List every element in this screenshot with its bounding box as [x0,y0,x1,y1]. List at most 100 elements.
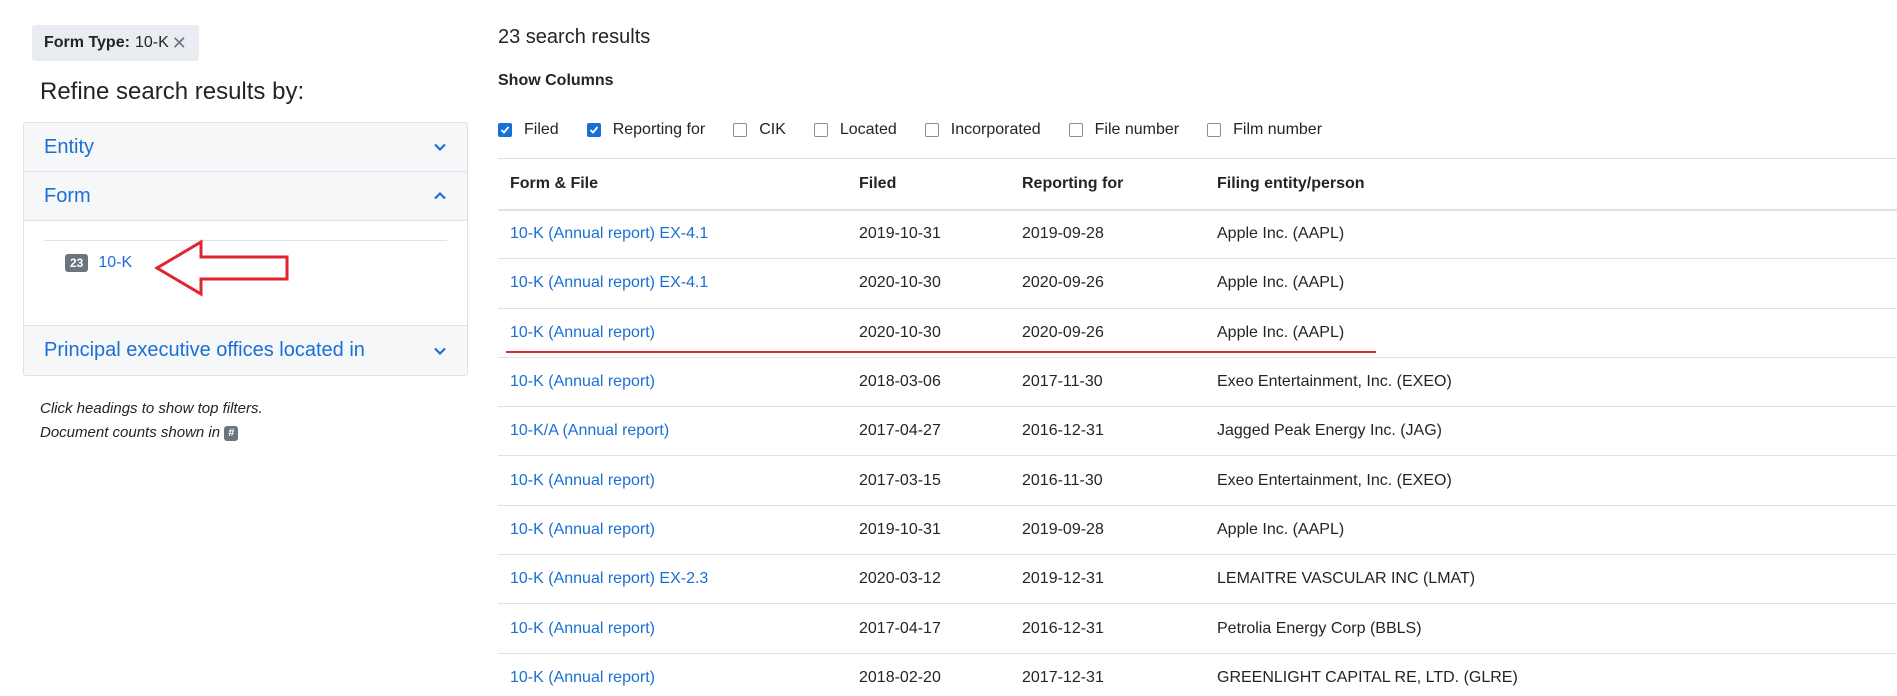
filing-entity-cell: Apple Inc. (AAPL) [1205,258,1897,309]
filing-entity-cell: Apple Inc. (AAPL) [1205,209,1897,260]
reporting-for-cell: 2016-12-31 [1010,603,1205,654]
column-toggle-label: CIK [759,121,786,138]
form-file-cell: 10-K (Annual report) EX-4.1 [498,209,847,260]
chevron-down-icon [434,143,446,152]
checkbox-unchecked-icon[interactable] [1207,123,1222,137]
checkbox-checked-icon[interactable] [586,123,601,137]
filed-cell: 2018-02-20 [847,653,1010,696]
filed-cell: 2018-03-06 [847,357,1010,408]
accordion-header-form[interactable]: Form [24,172,467,221]
active-filter-pill[interactable]: Form Type: 10-K ✕ [32,25,199,61]
table-row: 10-K (Annual report) EX-4.1 2019-10-31 2… [498,209,1897,260]
refine-heading: Refine search results by: [40,78,305,105]
form-file-cell: 10-K (Annual report) [498,505,847,556]
reporting-for-cell: 2016-11-30 [1010,455,1205,506]
table-row: 10-K (Annual report) EX-4.1 2020-10-30 2… [498,258,1897,309]
filing-entity-cell: GREENLIGHT CAPITAL RE, LTD. (GLRE) [1205,653,1897,696]
accordion-header-offices[interactable]: Principal executive offices located in [24,326,467,375]
table-row: 10-K (Annual report) 2019-10-31 2019-09-… [498,505,1897,556]
column-toggle-reporting-for[interactable]: Reporting for [586,121,705,139]
checkbox-unchecked-icon[interactable] [813,123,828,137]
reporting-for-cell: 2020-09-26 [1010,258,1205,309]
column-toggle-label: Film number [1233,121,1323,138]
column-toggles: Filed Reporting for CIK Located Incorpor… [498,121,1350,139]
note-line-2: Document counts shown in # [40,421,263,445]
filing-link[interactable]: 10-K (Annual report) [510,373,655,390]
accordion-title-offices: Principal executive offices located in [44,339,365,361]
checkbox-checked-icon[interactable] [498,123,512,137]
filing-link[interactable]: 10-K (Annual report) [510,324,655,341]
table-row: 10-K (Annual report) 2020-10-30 2020-09-… [498,308,1897,358]
form-file-cell: 10-K (Annual report) [498,653,847,696]
table-row: 10-K (Annual report) 2018-02-20 2017-12-… [498,653,1897,696]
table-row: 10-K/A (Annual report) 2017-04-27 2016-1… [498,406,1897,457]
show-columns-label: Show Columns [498,72,614,89]
form-file-cell: 10-K (Annual report) EX-2.3 [498,554,847,605]
filing-link[interactable]: 10-K (Annual report) [510,521,655,538]
table-row: 10-K (Annual report) 2017-04-17 2016-12-… [498,603,1897,654]
filter-pill-value: 10-K [134,34,169,51]
reporting-for-cell: 2019-09-28 [1010,209,1205,260]
filing-entity-cell: Apple Inc. (AAPL) [1205,308,1897,358]
table-row: 10-K (Annual report) 2018-03-06 2017-11-… [498,357,1897,408]
filed-cell: 2019-10-31 [847,209,1010,260]
column-header-filed: Filed [847,158,1010,211]
filing-link[interactable]: 10-K/A (Annual report) [510,422,669,439]
sidebar-note: Click headings to show top filters. Docu… [40,397,263,445]
column-toggle-label: Filed [524,121,559,138]
table-row: 10-K (Annual report) 2017-03-15 2016-11-… [498,455,1897,506]
table-header-row: Form & File Filed Reporting for Filing e… [498,158,1897,211]
reporting-for-cell: 2019-09-28 [1010,505,1205,556]
results-count: 23 search results [498,26,651,48]
accordion-header-entity[interactable]: Entity [24,123,467,172]
chevron-up-icon [434,191,446,200]
filing-link[interactable]: 10-K (Annual report) EX-2.3 [510,570,708,587]
note-line-1: Click headings to show top filters. [40,400,263,417]
filing-link[interactable]: 10-K (Annual report) EX-4.1 [510,225,708,242]
filing-link[interactable]: 10-K (Annual report) [510,472,655,489]
checkbox-unchecked-icon[interactable] [1068,123,1083,137]
page: Form Type: 10-K ✕ Refine search results … [0,0,1897,696]
filing-link[interactable]: 10-K (Annual report) [510,669,655,686]
column-toggle-film-number[interactable]: Film number [1207,121,1322,139]
column-toggle-label: File number [1094,121,1180,138]
column-header-reporting-for: Reporting for [1010,158,1205,211]
column-toggle-file-number[interactable]: File number [1068,121,1180,139]
column-header-filing-entity: Filing entity/person [1205,158,1897,211]
reporting-for-cell: 2017-12-31 [1010,653,1205,696]
red-underline-annotation [506,351,1376,353]
form-file-cell: 10-K (Annual report) [498,603,847,654]
filter-pill-label: Form Type: [44,34,130,51]
filed-cell: 2020-03-12 [847,554,1010,605]
filing-entity-cell: Exeo Entertainment, Inc. (EXEO) [1205,357,1897,408]
reporting-for-cell: 2016-12-31 [1010,406,1205,457]
count-badge: 23 [65,254,89,272]
column-toggle-label: Incorporated [950,121,1041,138]
red-arrow-annotation-icon [154,239,289,297]
reporting-for-cell: 2020-09-26 [1010,308,1205,358]
form-file-cell: 10-K (Annual report) [498,308,847,358]
accordion-title-form: Form [44,184,91,207]
column-toggle-located[interactable]: Located [813,121,897,139]
form-file-cell: 10-K (Annual report) [498,357,847,408]
column-toggle-filed[interactable]: Filed [498,121,559,139]
filed-cell: 2017-04-27 [847,406,1010,457]
form-filter-item[interactable]: 23 10-K [65,254,132,272]
filing-entity-cell: Exeo Entertainment, Inc. (EXEO) [1205,455,1897,506]
results-table: Form & File Filed Reporting for Filing e… [498,158,1897,696]
reporting-for-cell: 2019-12-31 [1010,554,1205,605]
column-header-form-file: Form & File [498,158,847,211]
filing-link[interactable]: 10-K (Annual report) [510,620,655,637]
filing-entity-cell: Petrolia Energy Corp (BBLS) [1205,603,1897,654]
column-toggle-label: Located [839,121,897,138]
checkbox-unchecked-icon[interactable] [733,123,748,137]
form-file-cell: 10-K (Annual report) [498,455,847,506]
checkbox-unchecked-icon[interactable] [924,123,939,137]
column-toggle-incorporated[interactable]: Incorporated [924,121,1041,139]
form-filter-link[interactable]: 10-K [98,254,132,272]
note-line-2-text: Document counts shown in [40,424,221,441]
column-toggle-cik[interactable]: CIK [733,121,786,139]
filing-entity-cell: Apple Inc. (AAPL) [1205,505,1897,556]
filing-link[interactable]: 10-K (Annual report) EX-4.1 [510,274,708,291]
remove-filter-icon[interactable]: ✕ [172,33,187,54]
